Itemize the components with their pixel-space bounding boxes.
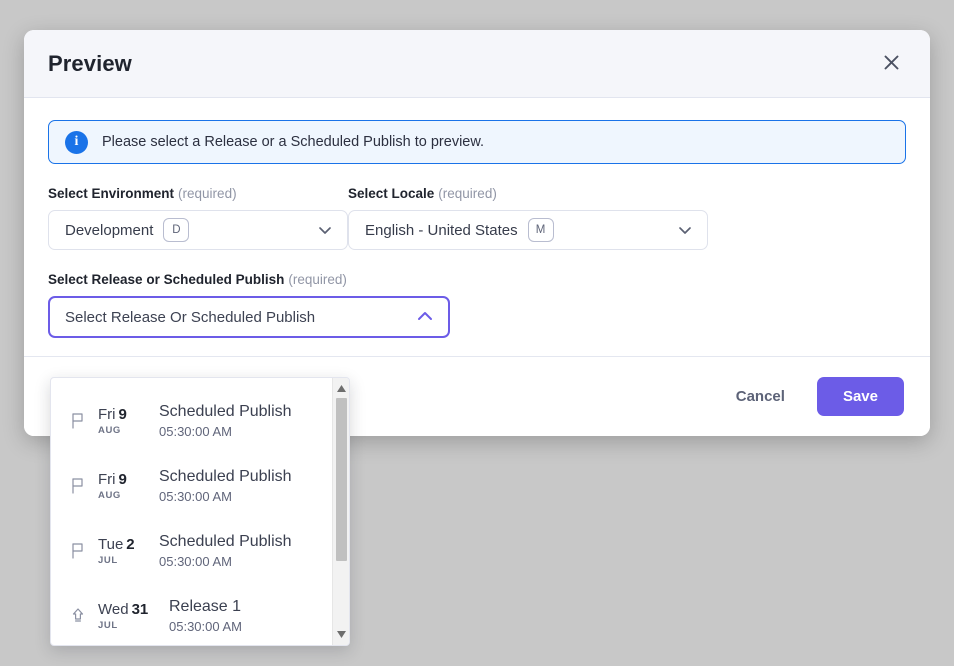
list-item-time: 05:30:00 AM: [169, 618, 242, 634]
scroll-up-arrow-icon[interactable]: [334, 381, 349, 396]
release-field: Select Release or Scheduled Publish (requ…: [48, 272, 450, 338]
list-item-weekday: Tue: [98, 535, 124, 553]
scroll-down-arrow-icon[interactable]: [334, 627, 349, 642]
list-item-weekday: Fri: [98, 405, 116, 423]
list-item-month: AUG: [98, 424, 121, 436]
list-item-main: Release 1 05:30:00 AM: [169, 598, 242, 634]
locale-required-text: (required): [438, 186, 497, 201]
locale-label-text: Select Locale: [348, 186, 435, 201]
list-item[interactable]: Tue 2 JUL Scheduled Publish 05:30:00 AM: [51, 518, 332, 583]
list-item-title: Release 1: [169, 597, 242, 615]
list-item-day: 9: [118, 470, 127, 488]
list-item-time: 05:30:00 AM: [159, 553, 232, 569]
release-label-text: Select Release or Scheduled Publish: [48, 272, 285, 287]
list-item-main: Scheduled Publish 05:30:00 AM: [159, 468, 292, 504]
field-row-environment-locale: Select Environment (required) Development…: [48, 186, 906, 250]
list-item-main: Scheduled Publish 05:30:00 AM: [159, 403, 292, 439]
release-selected-value: Select Release Or Scheduled Publish: [65, 308, 316, 326]
release-dropdown-panel: Fri 9 AUG Scheduled Publish 05:30:00 AM F…: [50, 377, 350, 646]
flag-icon: [69, 477, 87, 495]
environment-label-text: Select Environment: [48, 186, 175, 201]
list-item-weekday-day: Fri 9: [98, 471, 127, 488]
list-item-weekday-day: Wed 31: [98, 601, 148, 618]
list-item-month: AUG: [98, 489, 121, 501]
release-dropdown-list: Fri 9 AUG Scheduled Publish 05:30:00 AM F…: [51, 378, 332, 645]
chevron-down-icon: [315, 220, 335, 240]
list-item-weekday-day: Fri 9: [98, 406, 127, 423]
chevron-down-icon: [675, 220, 695, 240]
chevron-up-icon: [414, 306, 436, 328]
save-button[interactable]: Save: [816, 377, 904, 416]
list-item-date: Wed 31 JUL: [98, 601, 156, 631]
list-item[interactable]: Wed 31 JUL Release 1 05:30:00 AM: [51, 583, 332, 645]
cancel-button[interactable]: Cancel: [722, 378, 799, 415]
info-banner-message: Please select a Release or a Scheduled P…: [102, 134, 485, 150]
list-item-weekday-day: Tue 2: [98, 536, 135, 553]
flag-icon: [69, 412, 87, 430]
page-title: Preview: [48, 50, 132, 76]
list-item-date: Fri 9 AUG: [98, 406, 146, 436]
flag-icon: [69, 542, 87, 560]
list-item-weekday: Fri: [98, 470, 116, 488]
list-item-month: JUL: [98, 619, 118, 631]
list-item-weekday: Wed: [98, 600, 129, 618]
list-item-main: Scheduled Publish 05:30:00 AM: [159, 533, 292, 569]
environment-label: Select Environment (required): [48, 186, 348, 201]
list-item-month: JUL: [98, 554, 118, 566]
list-item-day: 2: [126, 535, 135, 553]
release-required-text: (required): [288, 272, 347, 287]
release-label: Select Release or Scheduled Publish (requ…: [48, 272, 450, 287]
environment-selected-value: Development: [65, 221, 154, 239]
list-item-time: 05:30:00 AM: [159, 423, 232, 439]
close-icon: [882, 53, 901, 75]
modal-header: Preview: [24, 30, 930, 98]
locale-selected-value: English - United States: [365, 221, 518, 239]
list-item-day: 9: [118, 405, 127, 423]
list-item-title: Scheduled Publish: [159, 532, 292, 550]
locale-select[interactable]: English - United States M: [348, 210, 708, 250]
list-item-title: Scheduled Publish: [159, 402, 292, 420]
list-item-time: 05:30:00 AM: [159, 488, 232, 504]
environment-required-text: (required): [178, 186, 237, 201]
locale-badge: M: [527, 218, 554, 242]
release-select[interactable]: Select Release Or Scheduled Publish: [48, 296, 450, 338]
rocket-icon: [69, 607, 87, 625]
environment-badge: D: [163, 218, 190, 242]
list-item[interactable]: Fri 9 AUG Scheduled Publish 05:30:00 AM: [51, 453, 332, 518]
info-banner: i Please select a Release or a Scheduled…: [48, 120, 906, 164]
scrollbar-thumb[interactable]: [335, 398, 347, 562]
list-item-day: 31: [131, 600, 149, 618]
preview-modal: Preview i Please select a Release or a S…: [24, 30, 930, 436]
environment-field: Select Environment (required) Development…: [48, 186, 348, 250]
modal-body: i Please select a Release or a Scheduled…: [24, 98, 930, 356]
list-item-date: Fri 9 AUG: [98, 471, 146, 501]
list-item-date: Tue 2 JUL: [98, 536, 146, 566]
list-item-title: Scheduled Publish: [159, 467, 292, 485]
environment-select[interactable]: Development D: [48, 210, 348, 250]
close-button[interactable]: [874, 47, 908, 81]
dropdown-scrollbar[interactable]: [332, 378, 349, 645]
locale-label: Select Locale (required): [348, 186, 708, 201]
scrollbar-track[interactable]: [335, 398, 347, 625]
info-circle-icon: i: [65, 130, 88, 154]
list-item[interactable]: Fri 9 AUG Scheduled Publish 05:30:00 AM: [51, 388, 332, 453]
locale-field: Select Locale (required) English - United…: [348, 186, 708, 250]
